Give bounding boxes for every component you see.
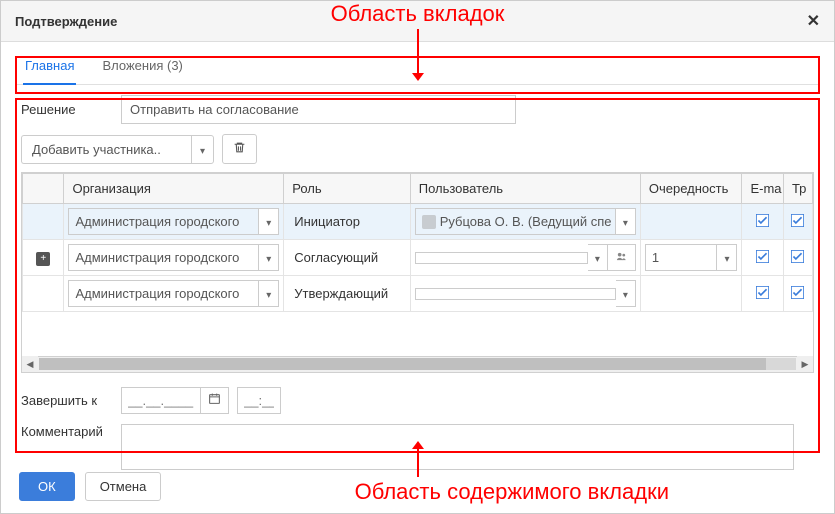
dialog-title-bar: Подтверждение ✕ — [1, 1, 834, 42]
comment-label: Комментарий — [21, 424, 121, 439]
org-input[interactable]: Администрация городского — [68, 244, 259, 271]
col-org[interactable]: Организация — [64, 174, 284, 204]
order-input[interactable]: 1 — [645, 244, 718, 271]
calendar-icon — [208, 393, 221, 408]
email-checkbox[interactable] — [756, 250, 769, 263]
table-row[interactable]: Администрация городского Утверждающий — [23, 276, 813, 312]
tr-checkbox[interactable] — [791, 286, 804, 299]
org-dropdown[interactable] — [259, 208, 279, 235]
confirmation-dialog: Подтверждение ✕ Область вкладок Область … — [0, 0, 835, 514]
annotation-content-label: Область содержимого вкладки — [355, 479, 669, 505]
role-cell: Согласующий — [288, 245, 405, 270]
add-participant-button[interactable]: Добавить участника.. — [21, 135, 214, 164]
email-checkbox[interactable] — [756, 214, 769, 227]
scroll-left-icon[interactable]: ◀ — [22, 356, 38, 372]
org-input[interactable]: Администрация городского — [68, 280, 259, 307]
decision-input[interactable] — [121, 95, 516, 124]
user-dropdown[interactable] — [616, 280, 636, 307]
user-input[interactable] — [415, 288, 616, 300]
col-tr[interactable]: Тр — [783, 174, 812, 204]
expand-icon[interactable]: + — [36, 252, 50, 266]
complete-by-label: Завершить к — [21, 393, 121, 408]
delete-button[interactable] — [222, 134, 257, 164]
org-dropdown[interactable] — [259, 244, 279, 271]
role-cell: Утверждающий — [288, 281, 405, 306]
calendar-button[interactable] — [201, 387, 229, 414]
decision-label: Решение — [21, 102, 121, 117]
org-input[interactable]: Администрация городского — [68, 208, 259, 235]
col-user[interactable]: Пользователь — [410, 174, 640, 204]
user-input[interactable]: Рубцова О. В. (Ведущий спе — [415, 208, 616, 235]
col-role[interactable]: Роль — [284, 174, 410, 204]
table-row[interactable]: Администрация городского Инициатор Рубцо… — [23, 204, 813, 240]
user-group-button[interactable] — [608, 244, 636, 271]
email-checkbox[interactable] — [756, 286, 769, 299]
user-dropdown[interactable] — [588, 244, 608, 271]
org-dropdown[interactable] — [259, 280, 279, 307]
complete-by-date-input[interactable] — [121, 387, 201, 414]
user-dropdown[interactable] — [616, 208, 636, 235]
grid-horizontal-scrollbar[interactable]: ◀ ▶ — [22, 356, 813, 372]
col-order[interactable]: Очередность — [640, 174, 742, 204]
order-dropdown[interactable] — [717, 244, 737, 271]
col-email[interactable]: E-ma — [742, 174, 783, 204]
add-participant-label[interactable]: Добавить участника.. — [21, 135, 191, 164]
ok-button[interactable]: ОК — [19, 472, 75, 501]
scroll-right-icon[interactable]: ▶ — [797, 356, 813, 372]
role-cell: Инициатор — [288, 209, 405, 234]
tab-bar: Главная Вложения (3) — [15, 42, 820, 85]
trash-icon — [233, 142, 246, 157]
scroll-track[interactable] — [39, 358, 796, 370]
participants-grid: Организация Роль Пользователь Очередност… — [21, 172, 814, 373]
user-icon — [422, 215, 436, 229]
user-input[interactable] — [415, 252, 588, 264]
col-expand — [23, 174, 64, 204]
comment-textarea[interactable] — [121, 424, 794, 470]
table-row[interactable]: + Администрация городского Согласующий — [23, 240, 813, 276]
dialog-title: Подтверждение — [15, 14, 117, 29]
tr-checkbox[interactable] — [791, 214, 804, 227]
tr-checkbox[interactable] — [791, 250, 804, 263]
scroll-thumb[interactable] — [39, 358, 766, 370]
add-participant-dropdown[interactable] — [191, 135, 214, 164]
tab-attachments[interactable]: Вложения (3) — [100, 52, 184, 84]
tab-main[interactable]: Главная — [23, 52, 76, 85]
grid-header-row: Организация Роль Пользователь Очередност… — [23, 174, 813, 204]
complete-by-time-input[interactable] — [237, 387, 281, 414]
close-icon[interactable]: ✕ — [807, 11, 820, 31]
cancel-button[interactable]: Отмена — [85, 472, 162, 501]
